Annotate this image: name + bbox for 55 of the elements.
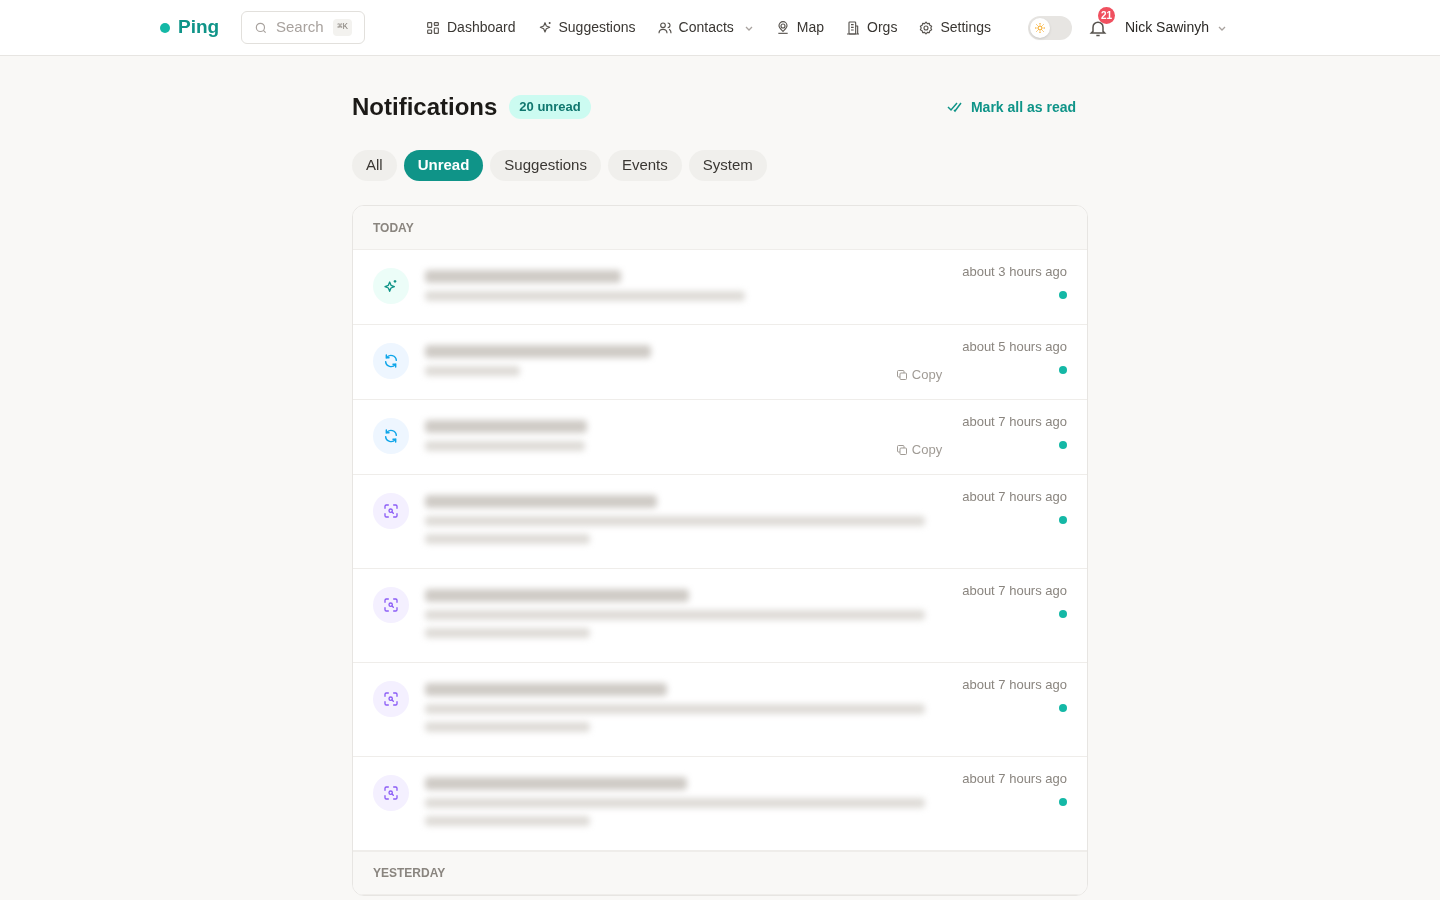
scan-search-icon xyxy=(383,503,399,519)
copy-icon xyxy=(895,443,908,456)
timestamp: about 5 hours ago xyxy=(962,338,1067,356)
timestamp: about 7 hours ago xyxy=(962,413,1067,431)
copy-button[interactable]: Copy xyxy=(895,440,943,460)
notification-item[interactable]: Copy about 7 hours ago xyxy=(353,400,1087,475)
nav-link[interactable]: Suggestions xyxy=(536,17,636,38)
refresh-icon xyxy=(383,428,399,444)
filter-tab[interactable]: Unread xyxy=(403,150,484,181)
filter-tab[interactable]: Suggestions xyxy=(490,150,601,181)
notification-item[interactable]: about 7 hours ago xyxy=(353,475,1087,569)
sparkle-icon xyxy=(383,278,399,294)
notification-item[interactable]: Copy about 5 hours ago xyxy=(353,325,1087,400)
timestamp: about 7 hours ago xyxy=(962,770,1067,788)
notification-item[interactable]: about 7 hours ago xyxy=(353,569,1087,663)
copy-button[interactable]: Copy xyxy=(895,365,943,385)
scan-search-icon xyxy=(383,785,399,801)
notification-item[interactable]: about 3 hours ago xyxy=(353,250,1087,325)
page-title: Notifications xyxy=(352,92,498,122)
unread-count-badge: 20 unread xyxy=(509,95,591,119)
theme-toggle[interactable] xyxy=(1028,15,1072,40)
grid-icon xyxy=(425,19,441,36)
copy-icon xyxy=(895,368,908,381)
brand-name[interactable]: Ping xyxy=(178,13,220,42)
section-header: TODAY xyxy=(353,206,1087,250)
shortcut-hint: ⌘K xyxy=(333,18,352,37)
notification-item[interactable]: about 7 hours ago xyxy=(353,663,1087,757)
refresh-icon xyxy=(383,353,399,369)
nav-link[interactable]: Orgs xyxy=(845,17,898,38)
users-icon xyxy=(656,19,673,36)
timestamp: about 3 hours ago xyxy=(962,263,1067,281)
nav-link[interactable]: Settings xyxy=(918,17,991,38)
filter-tab[interactable]: Events xyxy=(607,150,682,181)
scan-search-icon xyxy=(383,691,399,707)
settings-icon xyxy=(918,19,935,36)
nav-link[interactable]: Dashboard xyxy=(425,17,516,38)
building-icon xyxy=(845,19,862,36)
timestamp: about 7 hours ago xyxy=(962,488,1067,506)
filter-tab[interactable]: System xyxy=(688,150,767,181)
nav-link[interactable]: Contacts xyxy=(656,17,754,38)
search-icon xyxy=(254,20,268,35)
filter-tab[interactable]: All xyxy=(352,150,397,181)
sun-icon xyxy=(1034,21,1046,34)
timestamp: about 7 hours ago xyxy=(962,582,1067,600)
mark-all-read-link[interactable]: Mark all as read xyxy=(946,96,1076,118)
double-check-icon xyxy=(946,101,963,113)
user-menu[interactable]: Nick Sawinyh xyxy=(1125,17,1227,38)
notification-item[interactable]: about 7 hours ago xyxy=(353,757,1087,851)
search-field[interactable]: Search ⌘K xyxy=(241,11,365,44)
timestamp: about 7 hours ago xyxy=(962,676,1067,694)
notification-count-badge: 21 xyxy=(1098,6,1115,24)
search-placeholder: Search xyxy=(276,17,324,38)
section-header: YESTERDAY xyxy=(353,851,1087,895)
scan-search-icon xyxy=(383,597,399,613)
nav-link[interactable]: Map xyxy=(774,17,825,38)
